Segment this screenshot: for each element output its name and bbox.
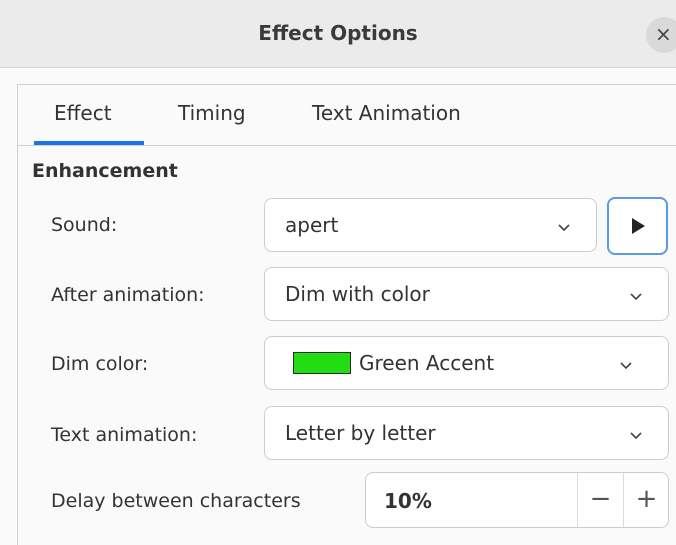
tab-effect[interactable]: Effect (54, 101, 112, 125)
delay-label: Delay between characters (51, 490, 301, 512)
after-animation-value: Dim with color (285, 282, 430, 306)
dim-color-combobox[interactable]: Green Accent (264, 336, 669, 390)
play-sound-button[interactable] (607, 197, 668, 255)
play-icon (632, 218, 645, 234)
tabs-divider (18, 145, 676, 146)
chevron-down-icon (630, 432, 642, 440)
section-title-enhancement: Enhancement (32, 160, 178, 182)
text-animation-label: Text animation: (51, 424, 198, 446)
decrement-button[interactable]: − (578, 473, 623, 527)
text-animation-value: Letter by letter (285, 421, 436, 445)
chevron-down-icon (620, 362, 632, 370)
chevron-down-icon (630, 293, 642, 301)
sound-combobox[interactable]: apert (264, 198, 597, 252)
title-bar: Effect Options × (0, 0, 676, 68)
close-button[interactable]: × (646, 17, 676, 53)
text-animation-combobox[interactable]: Letter by letter (264, 406, 669, 460)
sound-label: Sound: (51, 214, 118, 236)
increment-button[interactable]: + (624, 473, 669, 527)
close-icon: × (655, 22, 672, 46)
plus-icon: + (635, 484, 658, 514)
after-animation-label: After animation: (51, 284, 205, 306)
dim-color-label: Dim color: (51, 353, 149, 375)
tab-text-animation[interactable]: Text Animation (312, 101, 461, 125)
after-animation-combobox[interactable]: Dim with color (264, 267, 669, 321)
tab-timing[interactable]: Timing (178, 101, 246, 125)
minus-icon: − (589, 484, 612, 514)
chevron-down-icon (558, 224, 570, 232)
delay-value[interactable]: 10% (384, 489, 432, 513)
color-swatch (293, 352, 351, 374)
dialog-title: Effect Options (258, 21, 418, 45)
delay-spinbutton[interactable]: 10% − + (365, 472, 669, 528)
sound-value: apert (285, 213, 339, 237)
dim-color-value: Green Accent (359, 351, 495, 375)
